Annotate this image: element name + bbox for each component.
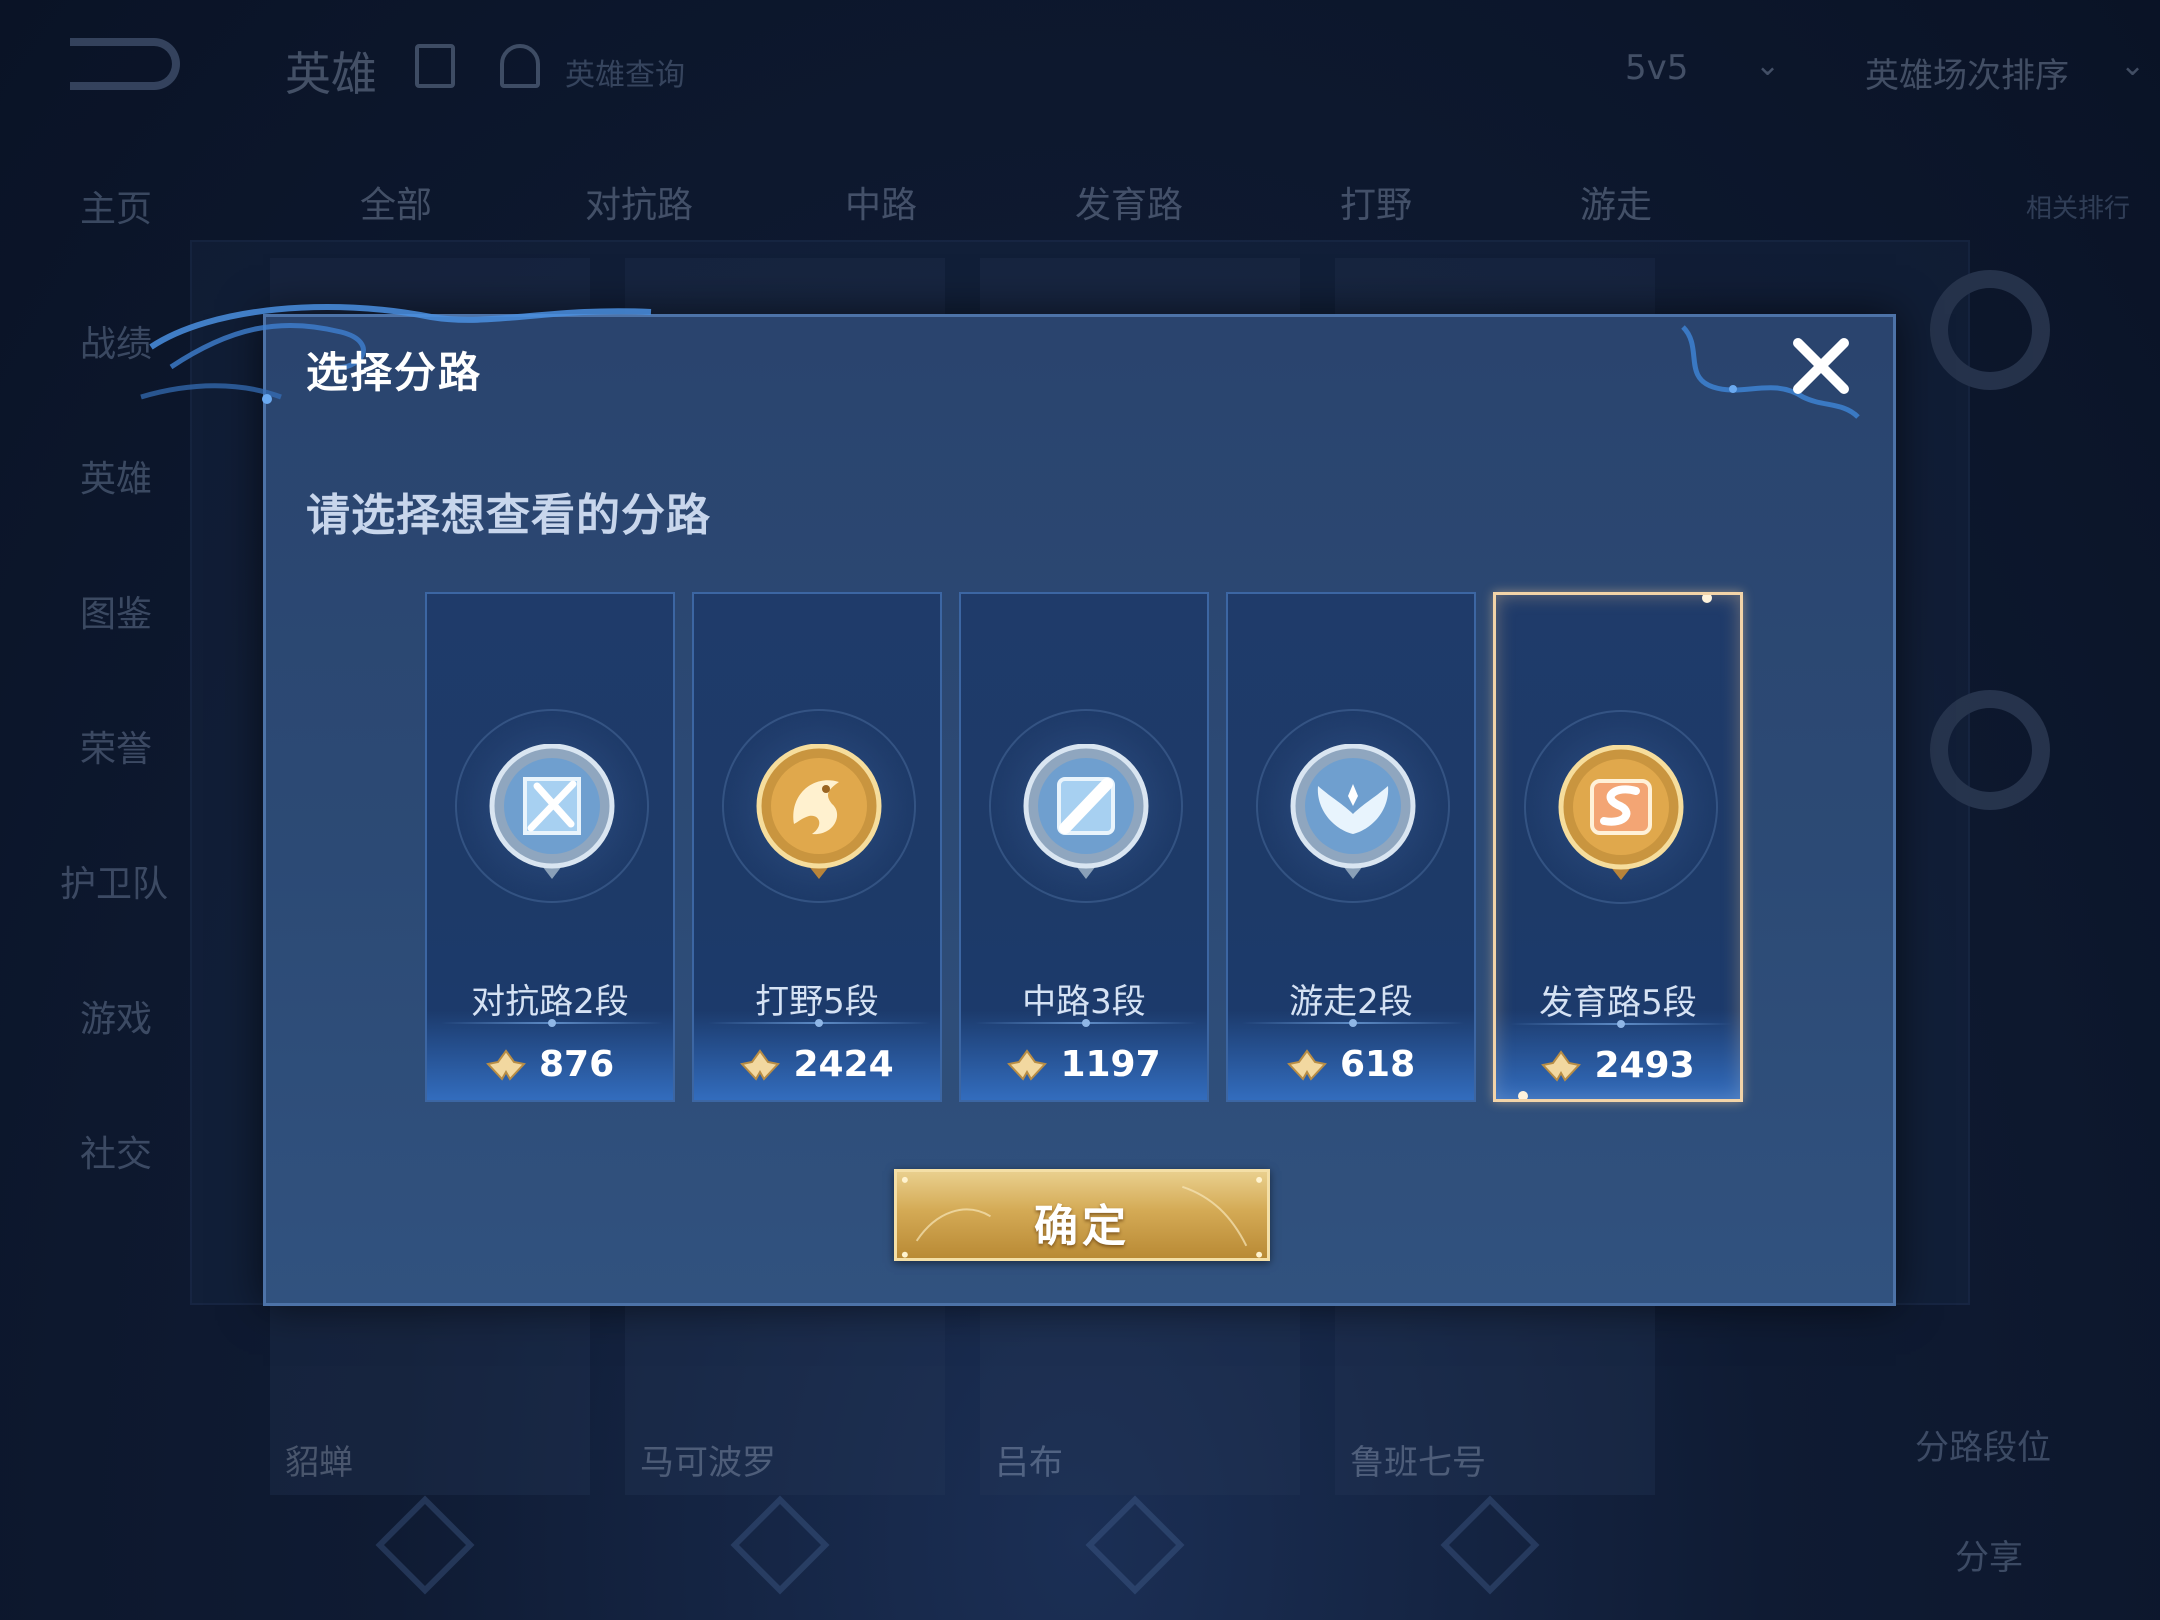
- tab-mid[interactable]: 中路: [845, 176, 917, 228]
- divider: [1510, 1020, 1732, 1028]
- side-item-guard[interactable]: 护卫队: [60, 855, 168, 907]
- lane-rank-label: 游走2段: [1289, 982, 1413, 1022]
- lane-emblem-icon: [375, 1495, 475, 1595]
- share-button[interactable]: 分享: [1955, 1530, 2023, 1579]
- hero-card[interactable]: [270, 258, 590, 318]
- hero-card[interactable]: [1335, 258, 1655, 318]
- close-icon: [1793, 338, 1849, 394]
- related-ranking-link[interactable]: 相关排行: [2026, 188, 2130, 225]
- side-item-honor[interactable]: 荣誉: [80, 720, 152, 772]
- lane-tabs: 全部 对抗路 中路 发育路 打野 游走 相关排行: [330, 176, 2130, 236]
- lane-score: 876: [427, 1044, 673, 1085]
- side-item-gallery[interactable]: 图鉴: [80, 585, 152, 637]
- divider: [1242, 1019, 1464, 1027]
- close-button[interactable]: [1786, 331, 1856, 401]
- hero-name: 鲁班七号: [1350, 1443, 1486, 1483]
- silver-sword-icon: [489, 744, 615, 879]
- chevron-down-icon: ⌄: [2120, 48, 2146, 83]
- hero-card[interactable]: [980, 258, 1300, 318]
- mode-select[interactable]: 5v5: [1625, 48, 1688, 88]
- lane-card-mid[interactable]: 中路3段 1197: [959, 592, 1209, 1102]
- lane-score: 2424: [694, 1044, 940, 1085]
- battle-power-icon: [1286, 1048, 1327, 1081]
- app-root: 英雄 英雄查询 5v5 ⌄ 英雄场次排序 ⌄ 主页 战绩 英雄 图鉴 荣誉 护卫…: [0, 0, 2160, 1620]
- app-title: 英雄: [285, 47, 377, 101]
- side-item-game[interactable]: 游戏: [80, 990, 152, 1042]
- divider: [975, 1019, 1197, 1027]
- lane-card-top[interactable]: 对抗路2段 876: [425, 592, 675, 1102]
- side-item-record[interactable]: 战绩: [80, 315, 152, 367]
- score-value: 876: [538, 1044, 615, 1085]
- lane-select-dialog: 选择分路 请选择想查看的分路 对抗路2段 876 打野5段 2424 中路3段 …: [140, 304, 1896, 1306]
- tab-roam[interactable]: 游走: [1580, 176, 1652, 228]
- corner-sparkle: [1518, 1091, 1528, 1099]
- lane-emblem-icon: [1085, 1495, 1185, 1595]
- lane-score: 1197: [961, 1044, 1207, 1085]
- divider: [441, 1019, 663, 1027]
- list-icon[interactable]: [415, 44, 455, 88]
- tab-all[interactable]: 全部: [360, 176, 432, 228]
- tab-adc[interactable]: 发育路: [1075, 176, 1183, 228]
- lane-card-adc[interactable]: 发育路5段 2493: [1493, 592, 1743, 1102]
- hero-name: 貂蝉: [285, 1443, 353, 1483]
- lane-card-roam[interactable]: 游走2段 618: [1226, 592, 1476, 1102]
- score-value: 1197: [1060, 1044, 1161, 1085]
- gold-dragon-icon: [756, 744, 882, 879]
- tab-jungle[interactable]: 打野: [1340, 176, 1412, 228]
- gold-archer-icon: [1558, 745, 1684, 880]
- lane-rank-label: 对抗路2段: [471, 982, 629, 1022]
- rank-emblem-icon: [1930, 690, 2050, 810]
- confirm-button-label: 确定: [1034, 1201, 1130, 1252]
- tab-top[interactable]: 对抗路: [585, 176, 693, 228]
- chevron-down-icon: ⌄: [1755, 48, 1781, 83]
- lane-rank-button[interactable]: 分路段位: [1915, 1420, 2051, 1469]
- hero-icon[interactable]: [500, 44, 540, 88]
- back-logo-icon[interactable]: [70, 38, 180, 90]
- confirm-button[interactable]: 确定: [894, 1169, 1270, 1261]
- corner-sparkle: [1702, 595, 1712, 603]
- silver-staff-icon: [1023, 744, 1149, 879]
- score-value: 2493: [1594, 1045, 1695, 1086]
- lane-rank-label: 中路3段: [1022, 982, 1146, 1022]
- sort-select[interactable]: 英雄场次排序: [1865, 48, 2069, 97]
- lane-card-list: 对抗路2段 876 打野5段 2424 中路3段 1197 游走2段 618 发…: [425, 592, 1745, 1102]
- battle-power-icon: [1007, 1048, 1048, 1081]
- score-value: 2424: [793, 1044, 894, 1085]
- side-item-hero[interactable]: 英雄: [80, 450, 152, 502]
- lane-emblem-icon: [1440, 1495, 1540, 1595]
- lane-score: 2493: [1496, 1045, 1740, 1086]
- silver-wings-icon: [1290, 744, 1416, 879]
- dialog-title: 选择分路: [306, 348, 483, 397]
- side-item-social[interactable]: 社交: [80, 1125, 152, 1177]
- top-bar: 英雄 英雄查询 5v5 ⌄ 英雄场次排序 ⌄: [0, 0, 2160, 130]
- battle-power-icon: [1541, 1049, 1582, 1082]
- hero-card[interactable]: [625, 258, 945, 318]
- dialog-prompt: 请选择想查看的分路: [306, 490, 711, 541]
- battle-power-icon: [740, 1048, 781, 1081]
- hero-name: 吕布: [995, 1443, 1063, 1483]
- lane-rank-label: 打野5段: [755, 982, 879, 1022]
- lane-rank-label: 发育路5段: [1539, 983, 1697, 1023]
- lane-score: 618: [1228, 1044, 1474, 1085]
- rank-emblem-icon: [1930, 270, 2050, 390]
- score-value: 618: [1339, 1044, 1416, 1085]
- side-item-home[interactable]: 主页: [80, 180, 152, 232]
- search-hint: 英雄查询: [565, 58, 685, 93]
- battle-power-icon: [485, 1048, 526, 1081]
- lane-card-jungle[interactable]: 打野5段 2424: [692, 592, 942, 1102]
- hero-name: 马可波罗: [640, 1443, 776, 1483]
- divider: [708, 1019, 930, 1027]
- lane-emblem-icon: [730, 1495, 830, 1595]
